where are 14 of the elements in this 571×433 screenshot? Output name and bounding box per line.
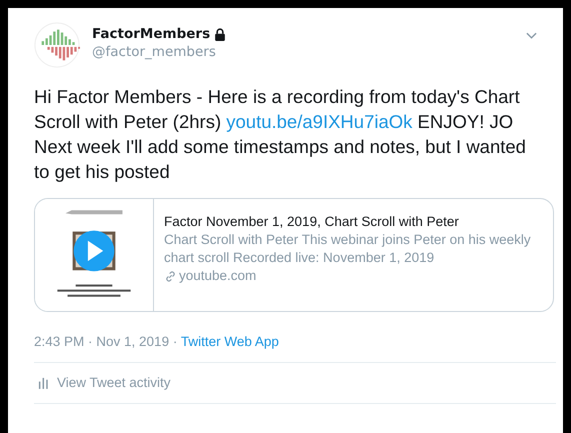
tweet-link[interactable]: youtu.be/a9IXHu7iaOk [226,111,412,132]
card-domain: youtube.com [179,267,256,285]
view-activity-button[interactable]: View Tweet activity [34,375,171,390]
tweet-timestamp[interactable]: 2:43 PM · Nov 1, 2019 · [34,334,181,349]
author-name[interactable]: FactorMembers [92,26,210,42]
tweet-text: Hi Factor Members - Here is a recording from today's Chart Scroll with Peter (2hrs) youtu.be/a9IXHu7iaOk ENJOY! JO Next week I'll add some timestamps and notes, but I wanted to get his posted [34,85,527,184]
avatar-logo-icon[interactable] [34,22,80,68]
source-link[interactable]: Twitter Web App [180,334,279,349]
link-card[interactable]: Factor November 1, 2019, Chart Scroll with Peter Chart Scroll with Peter This webinar joins Peter on his weekly chart scroll Recorded live: November 1, 2019 youtube.com [34,198,554,312]
author-handle[interactable]: @factor_members [92,44,226,60]
link-icon [164,270,177,282]
card-title: Factor November 1, 2019, Chart Scroll with Peter [164,213,460,231]
chevron-down-icon[interactable] [526,32,537,40]
bar-chart-icon [38,376,49,389]
